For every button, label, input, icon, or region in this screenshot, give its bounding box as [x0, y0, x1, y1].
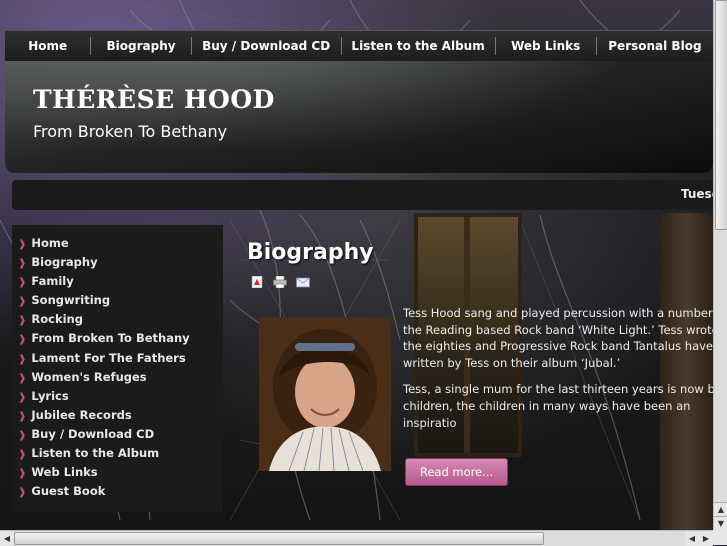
chevron-right-icon: ❱ — [18, 334, 27, 346]
article-tools — [250, 276, 310, 288]
biography-paragraph: Tess Hood sang and played percussion wit… — [403, 306, 713, 370]
chevron-right-icon: ❱ — [18, 429, 27, 441]
scroll-left-icon[interactable]: ◀ — [685, 531, 699, 546]
chevron-right-icon: ❱ — [18, 315, 27, 327]
site-title[interactable]: THÉRÈSE HOOD — [33, 85, 275, 114]
print-icon[interactable] — [273, 276, 287, 288]
chevron-right-icon: ❱ — [18, 258, 27, 270]
portrait-photo — [259, 317, 391, 471]
sidebar-item-label: Songwriting — [31, 293, 111, 308]
sidebar-menu: ❱ Home ❱ Biography ❱ Family ❱ Songwriting ❱ R… — [12, 225, 223, 512]
sidebar-item-label: Listen to the Album — [31, 446, 160, 461]
sidebar-item-label: Web Links — [31, 465, 98, 480]
sidebar-item-label: Home — [31, 236, 69, 250]
vertical-scrollbar[interactable]: ▲ ▼ — [713, 0, 727, 531]
sidebar-item-label: Family — [31, 274, 74, 289]
pdf-icon[interactable] — [250, 276, 264, 288]
sidebar-item-label: Jubilee Records — [31, 407, 132, 422]
nav-item-buy-download-cd[interactable]: Buy / Download CD — [192, 37, 342, 55]
read-more-button[interactable]: Read more... — [405, 458, 508, 486]
sidebar-item-biography[interactable]: ❱ Biography — [12, 253, 223, 272]
sidebar-item-listen-to-album[interactable]: ❱ Listen to the Album — [12, 444, 223, 463]
sidebar-item-label: Biography — [31, 255, 98, 270]
scroll-left-icon[interactable]: ◀ — [0, 531, 14, 546]
chevron-right-icon: ❱ — [18, 353, 27, 365]
sidebar-item-label: Lyrics — [31, 388, 69, 403]
portrait-photo-image — [259, 317, 391, 471]
biography-paragraph: Tess, a single mum for the last thirteen… — [403, 382, 713, 430]
nav-item-home[interactable]: Home — [5, 37, 92, 55]
sidebar-item-lyrics[interactable]: ❱ Lyrics — [12, 387, 223, 406]
sidebar-item-label: Guest Book — [31, 484, 106, 499]
chevron-right-icon: ❱ — [18, 391, 27, 403]
nav-item-web-links[interactable]: Web Links — [496, 37, 597, 55]
sidebar-item-label: Lament For The Fathers — [31, 350, 186, 365]
sidebar-item-songwriting[interactable]: ❱ Songwriting — [12, 291, 223, 310]
sidebar-item-from-broken-to-bethany[interactable]: ❱ From Broken To Bethany — [12, 329, 223, 348]
sidebar-item-womens-refuges[interactable]: ❱ Women's Refuges — [12, 368, 223, 387]
date-bar: Tuesd — [12, 180, 720, 210]
email-icon[interactable] — [296, 276, 310, 288]
sidebar-item-buy-download-cd[interactable]: ❱ Buy / Download CD — [12, 425, 223, 444]
chevron-right-icon: ❱ — [18, 296, 27, 308]
chevron-right-icon: ❱ — [18, 239, 27, 250]
sidebar-item-label: Buy / Download CD — [31, 426, 155, 441]
nav-item-personal-blog[interactable]: Personal Blog — [597, 37, 713, 55]
sidebar-item-jubilee-records[interactable]: ❱ Jubilee Records — [12, 406, 223, 425]
sidebar-item-home[interactable]: ❱ Home — [12, 234, 223, 253]
sidebar-item-label: Rocking — [31, 312, 83, 327]
horizontal-scrollbar[interactable]: ◀ ◀ ▶ — [0, 530, 713, 546]
chevron-right-icon: ❱ — [18, 372, 27, 384]
site-tagline: From Broken To Bethany — [33, 122, 228, 141]
page-title: Biography — [247, 240, 374, 265]
sidebar-item-rocking[interactable]: ❱ Rocking — [12, 310, 223, 329]
chevron-right-icon: ❱ — [18, 487, 27, 499]
sidebar-item-web-links[interactable]: ❱ Web Links — [12, 463, 223, 482]
scroll-down-icon[interactable]: ▼ — [714, 516, 727, 531]
scrollbar-corner — [713, 530, 727, 545]
chevron-right-icon: ❱ — [18, 449, 27, 461]
sidebar-item-label: Women's Refuges — [31, 369, 147, 384]
biography-text: Tess Hood sang and played percussion wit… — [403, 305, 713, 441]
chevron-right-icon: ❱ — [18, 410, 27, 422]
vertical-scrollbar-thumb[interactable] — [715, 0, 727, 230]
nav-item-listen-to-album[interactable]: Listen to the Album — [342, 37, 496, 55]
scroll-right-icon[interactable]: ▶ — [699, 531, 713, 546]
top-navigation: Home Biography Buy / Download CD Listen … — [5, 30, 713, 62]
sidebar-item-label: From Broken To Bethany — [31, 331, 190, 346]
sidebar-item-guest-book[interactable]: ❱ Guest Book — [12, 482, 223, 501]
chevron-right-icon: ❱ — [18, 277, 27, 289]
site-header: THÉRÈSE HOOD From Broken To Bethany — [5, 61, 713, 173]
sidebar-item-lament-for-the-fathers[interactable]: ❱ Lament For The Fathers — [12, 349, 223, 368]
sidebar-item-family[interactable]: ❱ Family — [12, 272, 223, 291]
horizontal-scrollbar-thumb[interactable] — [14, 532, 544, 545]
nav-item-biography[interactable]: Biography — [91, 37, 192, 55]
chevron-right-icon: ❱ — [18, 468, 27, 480]
scroll-up-icon[interactable]: ▲ — [714, 502, 727, 517]
